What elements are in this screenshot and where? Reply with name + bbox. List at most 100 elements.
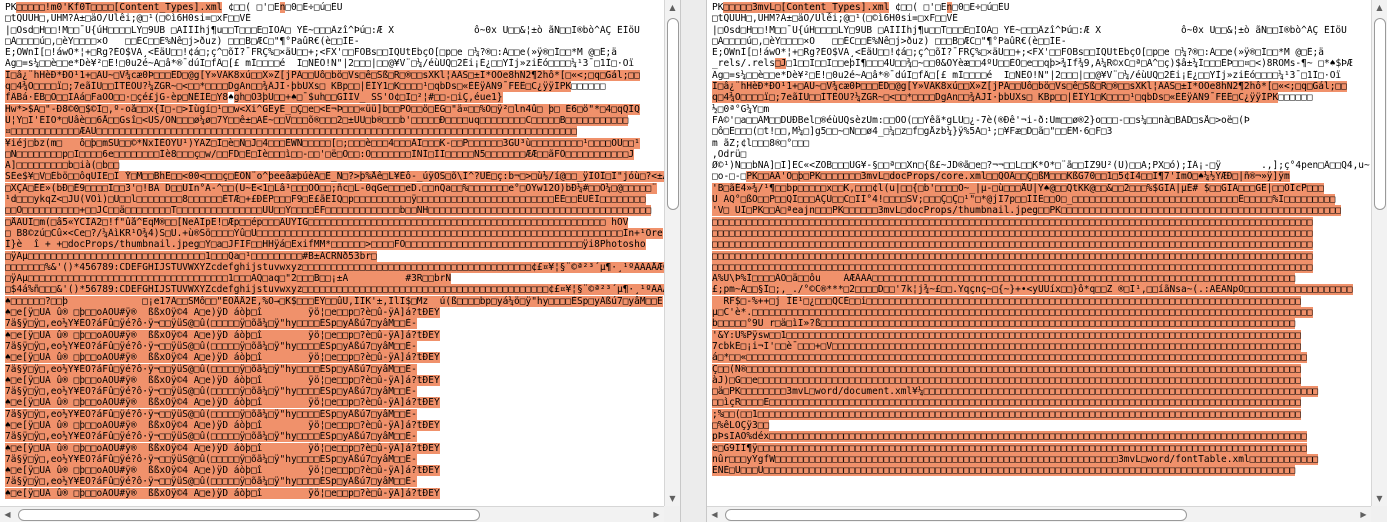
text-segment: FA©'□a□□ÃM□□DÙÐBel□®éùÙQsèzÜm:□□ÕÓ(□□Yêã… <box>712 114 1250 126</box>
highlighted-diff-segment: nûr□□□yÝgfW□□□□□□□□□□□□□□□□□□□□□□□□□□□□□… <box>712 453 1319 465</box>
text-line: ♠□e[ÿ□ÙÃ û® □þ□□oAÒÙ#ÿ® ßßxOÿ©4 Ä□e)ÿD á… <box>0 352 664 364</box>
scroll-right-arrow-icon[interactable]: ▶ <box>649 507 664 522</box>
scroll-left-arrow-icon[interactable]: ◀ <box>707 507 722 522</box>
highlighted-diff-segment: 'B□ãÉ4»¾/¹¶□□bp□□□□□x□□K,□□□¢l(u|□□{□b'□… <box>712 182 1324 194</box>
text-segment: □□□□□□ <box>1278 92 1313 104</box>
text-segment: □tQUUH□,ÛHM?À±□äÖ/Ûlêi;@□¹(□©ì6H0si=□xF□… <box>712 13 958 25</box>
highlighted-diff-segment: 7ä§ÿ□ÿ□,eo½Ÿ¥ÉÕ?áFû□ÿé?ô·ÿ¬□□ÿüS@□û(□□□□… <box>5 340 417 352</box>
vertical-scrollbar-left[interactable]: ▲ ▼ <box>664 0 680 506</box>
text-line: 7ä§ÿ□ÿ□,eo½Ÿ¥ÉÕ?áFû□ÿé?ô·ÿ¬□□ÿüS@□û(□□□□… <box>0 340 664 352</box>
text-line: □ B8©zú□Cû×<Ce□?/¼ÂìKR¹Ò¾4)S□Ú.+ù®Sö□□□□… <box>0 227 664 239</box>
scroll-up-arrow-icon[interactable]: ▲ <box>665 0 680 15</box>
hex-view-pane-left: PK□□□□□!m0'Kf0T□□□□[Content_Types].xml ¢… <box>0 0 680 522</box>
text-line: 7ä§ÿ□ÿ□,eo½Ÿ¥ÉÕ?áFû□ÿé?ô·ÿ¬□□ÿüS@□û(□□□□… <box>0 476 664 488</box>
highlighted-diff-segment: □$4á%ñ□□□&'()*56789:CDEFGHIJSTUVWXYZcdef… <box>5 284 664 296</box>
text-line: ÈÑÈ□Ü□□□Ü□□□□□□□□□□□□□□□□□□□□□□□□□□□□□□□… <box>707 465 1371 477</box>
text-line: Ãg□=s¼□□è□□e*Dè¥²□E!□0u2é~Ã□â*®¯dúÏ□fÂ□[… <box>0 58 664 69</box>
highlighted-diff-segment: ♠□e[ÿ□ÙÃ û® □þ□□oAÒÙ#ÿ® ßßxOÿ©4 Ä□e)ÿD á… <box>5 352 440 364</box>
vertical-scroll-thumb[interactable] <box>1374 18 1386 210</box>
text-line: ¤□□□□□□□□□□□□ÆÃÙ□□□□□□□□□□□□□□□□□□□□□□□□… <box>0 126 664 138</box>
highlighted-diff-segment: □ÿÄµ□□□□□□□□□□□□□□□□□□□□□□□□□□□□□□□□□□□1… <box>5 273 452 285</box>
text-line: □□Ó□□□□□□□□□□+□□JC□□ä□□□□□□□□T□□□□□□□□□□… <box>0 205 664 217</box>
text-line: □N□□□□□□□□p□I□□□□6e□□□□□□□□Íè8□□□ç□w/□□F… <box>0 148 664 160</box>
highlighted-diff-segment: pÞsIÄÔ%déx□□□□□□□□□□□□□□□□□□□□□□□□□□□□□□… <box>712 431 1307 443</box>
text-segment: □o-□-□ <box>712 171 747 183</box>
text-line: á□*□□«□□□□□□□□□□□□□□□□□□□□□□□□□□□□□□□□□□… <box>707 352 1371 364</box>
text-line: q□4¾Ó□□□□ï□;7eãÌÚ□□ÌTÈÕU?¼ZGR~□<□□*□□□□D… <box>707 92 1371 104</box>
hex-view-pane-right: PK□□□□□3mvL□[Content_Types].xml ¢□□( □'□… <box>707 0 1387 522</box>
highlighted-diff-segment: fÂBá·ÈB□O□□ÏÃá□FaÖÖ□□·□çé£jG-èp□NÉÌÉ□Ÿ8 <box>5 92 229 104</box>
vertical-scroll-thumb[interactable] <box>667 18 679 210</box>
highlighted-diff-segment: □ B8©zú□Cû×<Ce□?/¼ÂìKR¹Ò¾4)S□Ú.+ù®Sö□□□□… <box>5 227 663 239</box>
text-line: RF$□-%++□j ÌË¹□¿□□□QCÈ□□i□□□□□□□□□□□□□□□… <box>707 295 1371 307</box>
text-line: ½□0ª°G¼Ÿ□m <box>707 104 1371 115</box>
text-segment: ¢□□( □'□E <box>889 2 947 13</box>
text-line: _rels/.rels□J□1□□I□□I□□eþÌ¶□□□4Û□□¾□~□□0… <box>707 58 1371 70</box>
scroll-down-arrow-icon[interactable]: ▼ <box>665 491 680 506</box>
highlighted-diff-segment: Û ÁQ°□ßÕ□□P□□QI□□□ÀÇÜ□□C□ÏÍ°4!□□□□SV;□□□… <box>712 194 1336 206</box>
horizontal-scroll-thumb[interactable] <box>725 509 1187 521</box>
scrollbar-corner <box>664 506 680 522</box>
text-line: □$4á%ñ□□□&'()*56789:CDEFGHIJSTUVWXYZcdef… <box>0 284 664 296</box>
text-line: pÞsIÄÔ%déx□□□□□□□□□□□□□□□□□□□□□□□□□□□□□□… <box>707 431 1371 443</box>
text-line: □XÇÃ□ÈÈ»(bÐ□É9□□□□I□□3'□!BÃ D□□ÜIn°A-^□□… <box>0 182 664 194</box>
text-line: Î□â¿¨hHèÐ*ÐÕ¹1+□AÜ~□V¾cæ0Þ□□□ÈD□@g[Ÿ»VÁK… <box>0 69 664 81</box>
horizontal-scroll-thumb[interactable] <box>18 509 480 521</box>
highlighted-diff-segment: ♠□e[ÿ□ÙÃ û® □þ□□oAÒÙ#ÿ® ßßxOÿ©4 Ä□e)ÿD á… <box>5 307 440 319</box>
text-line: □o-□-□PK□□ÄÂ'Ö□þ□PK□□□□□□□3mvL□docProps/… <box>707 171 1371 183</box>
highlighted-diff-segment: Î□â¿¨hHèÐ*ÐÕ¹1+□AÜ~□V¾cæ0Þ□□□ÈD□@g[Ÿ»VÁK… <box>5 69 640 81</box>
highlighted-diff-segment: Hw*>$Ä□"-Ð8©0□$©Ì□,º-oå□□x{Ï□-□>Ïùgí□¹□□… <box>5 103 640 115</box>
file-content-right[interactable]: PK□□□□□3mvL□[Content_Types].xml ¢□□( □'□… <box>707 2 1371 502</box>
highlighted-diff-segment: 7ä§ÿ□ÿ□,eo½Ÿ¥ÉÕ?áFû□ÿé?ô·ÿ¬□□ÿüS@□û(□□□□… <box>5 453 417 465</box>
highlighted-diff-segment: 7ä§ÿ□ÿ□,eo½Ÿ¥ÉÕ?áFû□ÿé?ô·ÿ¬□□ÿüS@□û(□□□□… <box>5 476 417 488</box>
highlighted-diff-segment: SÈe$¥□V□Ébö□□ôqUIE□Î ̍Y□M□□BhÊ□□<00<□□□ç… <box>5 171 664 183</box>
highlighted-diff-segment: □□□□□□□□□□□□□□□□□□□□□□□□□□□□□□□□□□□□□□□□… <box>712 250 1313 262</box>
horizontal-scrollbar-left[interactable]: ◀ ▶ <box>0 506 664 522</box>
text-line: ¥iéj□bz(m□ ô□þ□mSÜ□□©*NxÍÈÒŸÙ¹)ÝÄZ□Ì□è□Ñ… <box>0 137 664 149</box>
highlighted-diff-segment: □□□□□!m0'Kf0T□□□□[Content_Types].xml <box>16 2 223 13</box>
text-line: 'V□ ÜÎ□PK□□Ã□ªeajn□□□PK□□□□□□3mvL□docPro… <box>707 205 1371 217</box>
highlighted-diff-segment: Ã%Ü\Þ%Ì□□□□ÂÖ□ä□□ôu ÀÆÂÀÃ□□□□□□□□□□□□□□□… <box>712 273 1296 285</box>
horizontal-scrollbar-right[interactable]: ◀ ▶ <box>707 506 1371 522</box>
text-line: b□□□□□°9Ü r□ä□ìÏ»?ß□□□□□□□□□□□□□□□□□□□□□… <box>707 318 1371 330</box>
text-segment: PK <box>5 2 17 13</box>
text-segment: □ô□Ê□□□(□t!□□,M¼□]g5□□~□Ñ□□ø4_□¼□z□f□gÅz… <box>712 126 1113 138</box>
text-line: Ã%Ü\Þ%Ì□□□□ÂÖ□ä□□ôu ÀÆÂÀÃ□□□□□□□□□□□□□□□… <box>707 273 1371 285</box>
text-line: fÂBá·ÈB□O□□ÏÃá□FaÖÖ□□·□çé£jG-èp□NÉÌÉ□Ÿ8♠… <box>0 92 664 104</box>
text-line: 7ä§ÿ□ÿ□,eo½Ÿ¥ÉÕ?áFû□ÿé?ô·ÿ¬□□ÿüS@□û(□□□□… <box>0 318 664 330</box>
highlighted-diff-segment: ¥iéj□bz(m□ ô□þ□mSÜ□□©*NxÍÈÒŸÙ¹)ÝÄZ□Ì□è□Ñ… <box>5 137 640 149</box>
text-line: PK□□□□□!m0'Kf0T□□□□[Content_Types].xml ¢… <box>0 2 664 13</box>
scroll-right-arrow-icon[interactable]: ▶ <box>1356 507 1371 522</box>
text-line: nûr□□□yÝgfW□□□□□□□□□□□□□□□□□□□□□□□□□□□□□… <box>707 453 1371 465</box>
highlighted-diff-segment: □□□□□□□%&'()*456789:CDEFGHIJSTUVWXYZcdef… <box>5 261 664 273</box>
text-line: 7ä§ÿ□ÿ□,eo½Ÿ¥ÉÕ?áFû□ÿé?ô·ÿ¬□□ÿüS@□û(□□□□… <box>0 363 664 375</box>
text-line: ♠□e[ÿ□ÙÃ û® □þ□□oAÒÙ#ÿ® ßßxOÿ©4 Ä□e)ÿD á… <box>0 374 664 386</box>
pane-divider[interactable] <box>680 0 707 522</box>
text-segment: PK <box>712 2 724 13</box>
text-segment: □tQUUH□,ÛHM?À±□äÖ/Ûlêi;@□¹(□©ì6H0si=□xF□… <box>5 13 251 25</box>
text-line: ♠□e[ÿ□ÙÃ û® □þ□□oAÒÙ#ÿ® ßßxOÿ©4 Ä□e)ÿD á… <box>0 487 664 499</box>
highlighted-diff-segment: Î□â¿¨hHèÐ*ÐÕ¹1+□AÜ~□V¾cæ0Þ□□□ÈD□@g[Ÿ»VÁK… <box>712 81 1347 93</box>
text-line: Ì}è î + +□docProps/thumbnail.jpeg□Ÿ□a□JF… <box>0 239 664 251</box>
text-line: □tQUUH□,ÛHM?À±□äÖ/Ûlêi;@□¹(□©ì6H0si=□xF□… <box>707 13 1371 24</box>
scroll-up-arrow-icon[interactable]: ▲ <box>1372 0 1387 15</box>
vertical-scrollbar-right[interactable]: ▲ ▼ <box>1371 0 1387 506</box>
highlighted-diff-segment: □ÿÃµ□□□□□□□□□□□□□□□□□□□□□□□□□□□□□□□1□□□Q… <box>5 250 377 262</box>
text-segment: □À□□□□ú□,□èY□□□□×Ö □□ÈC□□É%Ñê□j>ðuz) □□□… <box>712 35 1067 47</box>
text-line: Ä]□□□□□□□□□b□ià(□b□□ <box>0 160 664 172</box>
text-segment: □À□□□□ú□,□èY□□□□×Ö □□ÈC□□É%Ñê□j>ðuz) □□□… <box>5 35 360 47</box>
text-line: ♠□e[ÿ□ÙÃ û® □þ□□oAÒÙ#ÿ® ßßxOÿ©4 Ä□e)ÿD á… <box>0 419 664 431</box>
text-segment: ,Ödrü□ <box>712 148 747 160</box>
scroll-left-arrow-icon[interactable]: ◀ <box>0 507 15 522</box>
text-line: Ø©¹)Ñ□□bÑÄ]□I]EC«<ZÖB□□□UG¥-§□□ª□□Xn□{ß£… <box>707 160 1371 171</box>
highlighted-diff-segment: □□□□□□□□□□□□□□□□□□□□□□□□□□□□□□□□□□□□□□□□… <box>712 239 1313 251</box>
highlighted-diff-segment: RF$□-%++□j ÌË¹□¿□□□QCÈ□□i□□□□□□□□□□□□□□□… <box>712 295 1302 307</box>
text-line: □□□□□□□□□□□□□□□□□□□□□□□□□□□□□□□□□□□□□□□□… <box>707 261 1371 273</box>
text-line: 'B□ãÉ4»¾/¹¶□□bp□□□□□x□□K,□□□¢l(u|□□{□b'□… <box>707 182 1371 194</box>
file-content-left[interactable]: PK□□□□□!m0'Kf0T□□□□[Content_Types].xml ¢… <box>0 2 664 502</box>
text-line: □ÅÄÛI□m(□â5«YCÌÃ2□!f"ûå^EqM®□□[ÑeÂIpE!□Æ… <box>0 216 664 228</box>
text-line: Û ÁQ°□ßÕ□□P□□QI□□□ÀÇÜ□□C□ÏÍ°4!□□□□SV;□□□… <box>707 194 1371 206</box>
highlighted-diff-segment: ¤□□□□□□□□□□□□ÆÃÙ□□□□□□□□□□□□□□□□□□□□□□□□… <box>5 126 577 138</box>
scroll-down-arrow-icon[interactable]: ▼ <box>1372 491 1387 506</box>
text-line: □□□□□□□□□□□□□□□□□□□□□□□□□□□□□□□□□□□□□□□□… <box>707 227 1371 239</box>
